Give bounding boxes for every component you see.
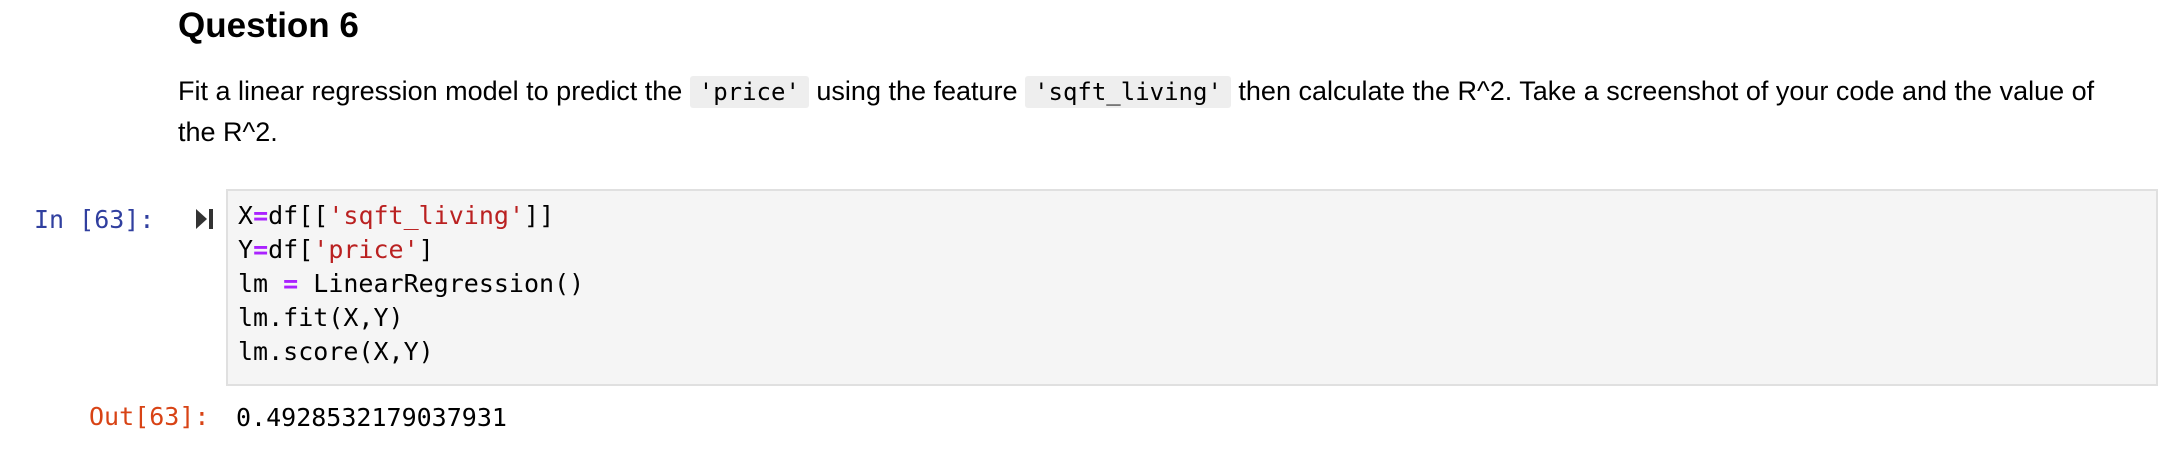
code-line-2: Y=df['price'] <box>238 235 434 264</box>
step-forward-icon[interactable] <box>196 207 214 231</box>
input-prompt: In [63]: <box>34 205 155 234</box>
code-line-5: lm.score(X,Y) <box>238 337 434 366</box>
question-heading: Question 6 <box>178 6 359 45</box>
inline-code-sqft-living: 'sqft_living' <box>1025 76 1231 108</box>
code-line-1: X=df[['sqft_living']] <box>238 201 555 230</box>
code-editor[interactable]: X=df[['sqft_living']] Y=df['price'] lm =… <box>226 189 2158 386</box>
inline-code-price: 'price' <box>689 76 809 108</box>
output-prompt: Out[63]: <box>89 402 210 431</box>
question-text-part1: Fit a linear regression model to predict… <box>178 76 690 106</box>
code-line-3: lm = LinearRegression() <box>238 269 585 298</box>
output-value: 0.4928532179037931 <box>236 403 507 432</box>
question-text-part2: using the feature <box>808 76 1026 106</box>
question-text: Fit a linear regression model to predict… <box>178 71 2138 152</box>
code-line-4: lm.fit(X,Y) <box>238 303 404 332</box>
